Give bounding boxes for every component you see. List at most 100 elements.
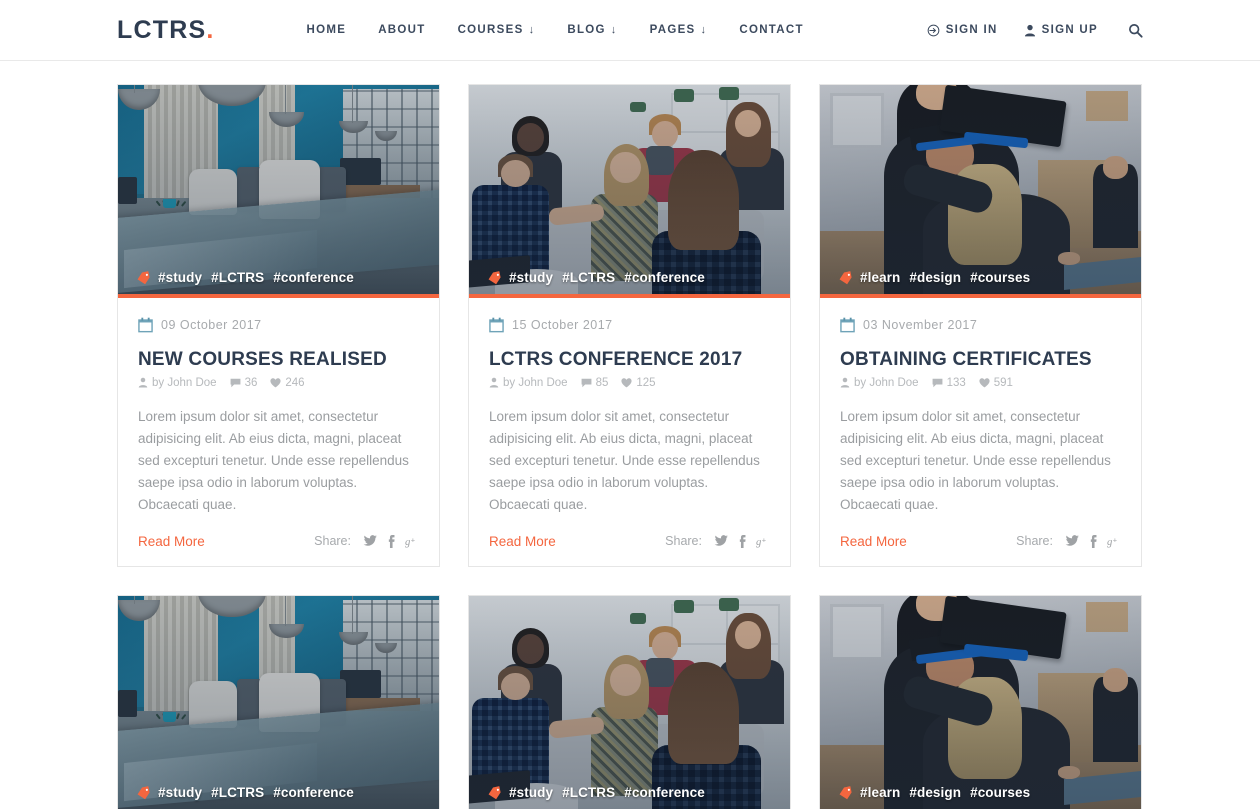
post-title[interactable]: OBTAINING CERTIFICATES [840, 349, 1121, 371]
tag[interactable]: #learn [860, 785, 900, 800]
card-footer: Read More Share: g + [138, 534, 419, 566]
card-image-area[interactable]: #study #LCTRS #conference [118, 85, 439, 298]
post-image-meeting [469, 595, 790, 809]
facebook-icon[interactable] [1089, 534, 1097, 548]
tag-overlay: #learn #design #courses [820, 785, 1141, 809]
tag[interactable]: #study [509, 270, 553, 285]
share-group: Share: g + [1016, 534, 1121, 548]
tag[interactable]: #study [158, 270, 202, 285]
google-plus-icon[interactable]: g + [1107, 535, 1121, 548]
tag[interactable]: #courses [970, 270, 1030, 285]
tag[interactable]: #conference [624, 785, 705, 800]
heart-icon [979, 378, 990, 388]
card-image-area[interactable]: #study #LCTRS #conference [469, 85, 790, 298]
author-name: by John Doe [854, 376, 919, 389]
tag-icon [488, 271, 501, 285]
blog-card[interactable]: #learn #design #courses [819, 594, 1142, 809]
twitter-icon[interactable] [363, 535, 377, 547]
facebook-icon[interactable] [738, 534, 746, 548]
search-button[interactable] [1128, 23, 1143, 38]
search-icon [1129, 23, 1143, 38]
nav-item-contact[interactable]: CONTACT [739, 24, 803, 36]
tag[interactable]: #conference [624, 270, 705, 285]
nav-item-about[interactable]: ABOUT [378, 24, 425, 36]
post-meta: by John Doe 133 591 [840, 377, 1121, 389]
blog-card[interactable]: #study #LCTRS #conference 09 October 201… [117, 84, 440, 567]
nav-label: PAGES [649, 24, 696, 36]
blog-card[interactable]: #learn #design #courses 03 November 2017 [819, 84, 1142, 567]
twitter-icon[interactable] [1065, 535, 1079, 547]
tag[interactable]: #design [909, 270, 961, 285]
calendar-icon [840, 317, 855, 333]
sign-up-label: SIGN UP [1041, 24, 1098, 36]
tag[interactable]: #LCTRS [211, 270, 264, 285]
post-excerpt: Lorem ipsum dolor sit amet, consectetur … [489, 408, 760, 512]
chevron-down-icon: ↓ [700, 24, 708, 36]
post-date-row: 15 October 2017 [489, 317, 770, 333]
tag-overlay: #study #LCTRS #conference [118, 785, 439, 809]
post-likes: 246 [270, 377, 305, 389]
sign-up-button[interactable]: SIGN UP [1024, 24, 1098, 37]
like-count: 125 [636, 376, 656, 389]
card-image-area[interactable]: #learn #design #courses [820, 85, 1141, 298]
nav-item-courses[interactable]: COURSES ↓ [458, 24, 536, 36]
user-icon [138, 378, 148, 388]
read-more-link[interactable]: Read More [489, 534, 556, 549]
post-author: by John Doe [489, 377, 568, 389]
post-excerpt: Lorem ipsum dolor sit amet, consectetur … [138, 408, 409, 512]
share-label: Share: [1016, 534, 1053, 549]
card-image-area[interactable]: #study #LCTRS #conference [118, 595, 439, 809]
read-more-link[interactable]: Read More [138, 534, 205, 549]
twitter-icon[interactable] [714, 535, 728, 547]
nav-item-blog[interactable]: BLOG ↓ [567, 24, 617, 36]
tag[interactable]: #conference [273, 785, 354, 800]
blog-card[interactable]: #study #LCTRS #conference [468, 594, 791, 809]
tag[interactable]: #LCTRS [562, 785, 615, 800]
tag[interactable]: #LCTRS [211, 785, 264, 800]
tag-list: #learn #design #courses [860, 785, 1030, 800]
tag[interactable]: #courses [970, 785, 1030, 800]
tag[interactable]: #LCTRS [562, 270, 615, 285]
post-likes: 125 [621, 376, 656, 389]
read-more-link[interactable]: Read More [840, 534, 907, 549]
post-title[interactable]: NEW COURSES REALISED [138, 349, 419, 371]
card-image-area[interactable]: #study #LCTRS #conference [469, 595, 790, 809]
tag[interactable]: #learn [860, 270, 900, 285]
nav-label: HOME [306, 24, 347, 36]
tag[interactable]: #design [909, 785, 961, 800]
sign-in-label: SIGN IN [945, 24, 998, 36]
tag[interactable]: #study [158, 785, 202, 800]
google-plus-icon[interactable]: g + [405, 535, 419, 548]
post-likes: 591 [979, 377, 1013, 389]
card-footer: Read More Share: g + [489, 534, 770, 566]
site-logo[interactable]: LCTRS. [117, 15, 214, 44]
post-date: 09 October 2017 [161, 318, 262, 332]
card-image-area[interactable]: #learn #design #courses [820, 595, 1141, 809]
nav-item-pages[interactable]: PAGES ↓ [650, 24, 708, 36]
logo-text: LCTRS [117, 15, 207, 44]
tag-list: #study #LCTRS #conference [509, 270, 705, 285]
blog-card[interactable]: #study #LCTRS #conference [117, 594, 440, 809]
post-meta: by John Doe 36 246 [138, 377, 419, 389]
post-date-row: 03 November 2017 [840, 317, 1121, 333]
tag[interactable]: #conference [273, 270, 354, 285]
tag[interactable]: #study [509, 785, 553, 800]
share-label: Share: [314, 534, 351, 549]
card-footer: Read More Share: g + [840, 534, 1121, 566]
post-date: 03 November 2017 [863, 318, 978, 332]
nav-item-home[interactable]: HOME [306, 24, 346, 36]
comment-count: 133 [946, 376, 966, 389]
blog-card[interactable]: #study #LCTRS #conference 15 October 201… [468, 84, 791, 567]
post-image-office [118, 595, 439, 809]
post-title[interactable]: LCTRS CONFERENCE 2017 [489, 349, 770, 371]
heart-icon [621, 378, 632, 388]
facebook-icon[interactable] [387, 534, 395, 548]
google-plus-icon[interactable]: g + [756, 535, 770, 548]
blog-card-grid-row-2: #study #LCTRS #conference #study #LCTRS … [117, 594, 1143, 809]
main-navigation: HOME ABOUT COURSES ↓ BLOG ↓ PAGES ↓ CONT… [306, 24, 803, 36]
post-author: by John Doe [138, 377, 217, 389]
user-icon [840, 378, 850, 388]
header-actions: SIGN IN SIGN UP [927, 23, 1143, 38]
svg-text:+: + [411, 535, 415, 544]
sign-in-button[interactable]: SIGN IN [927, 24, 998, 37]
